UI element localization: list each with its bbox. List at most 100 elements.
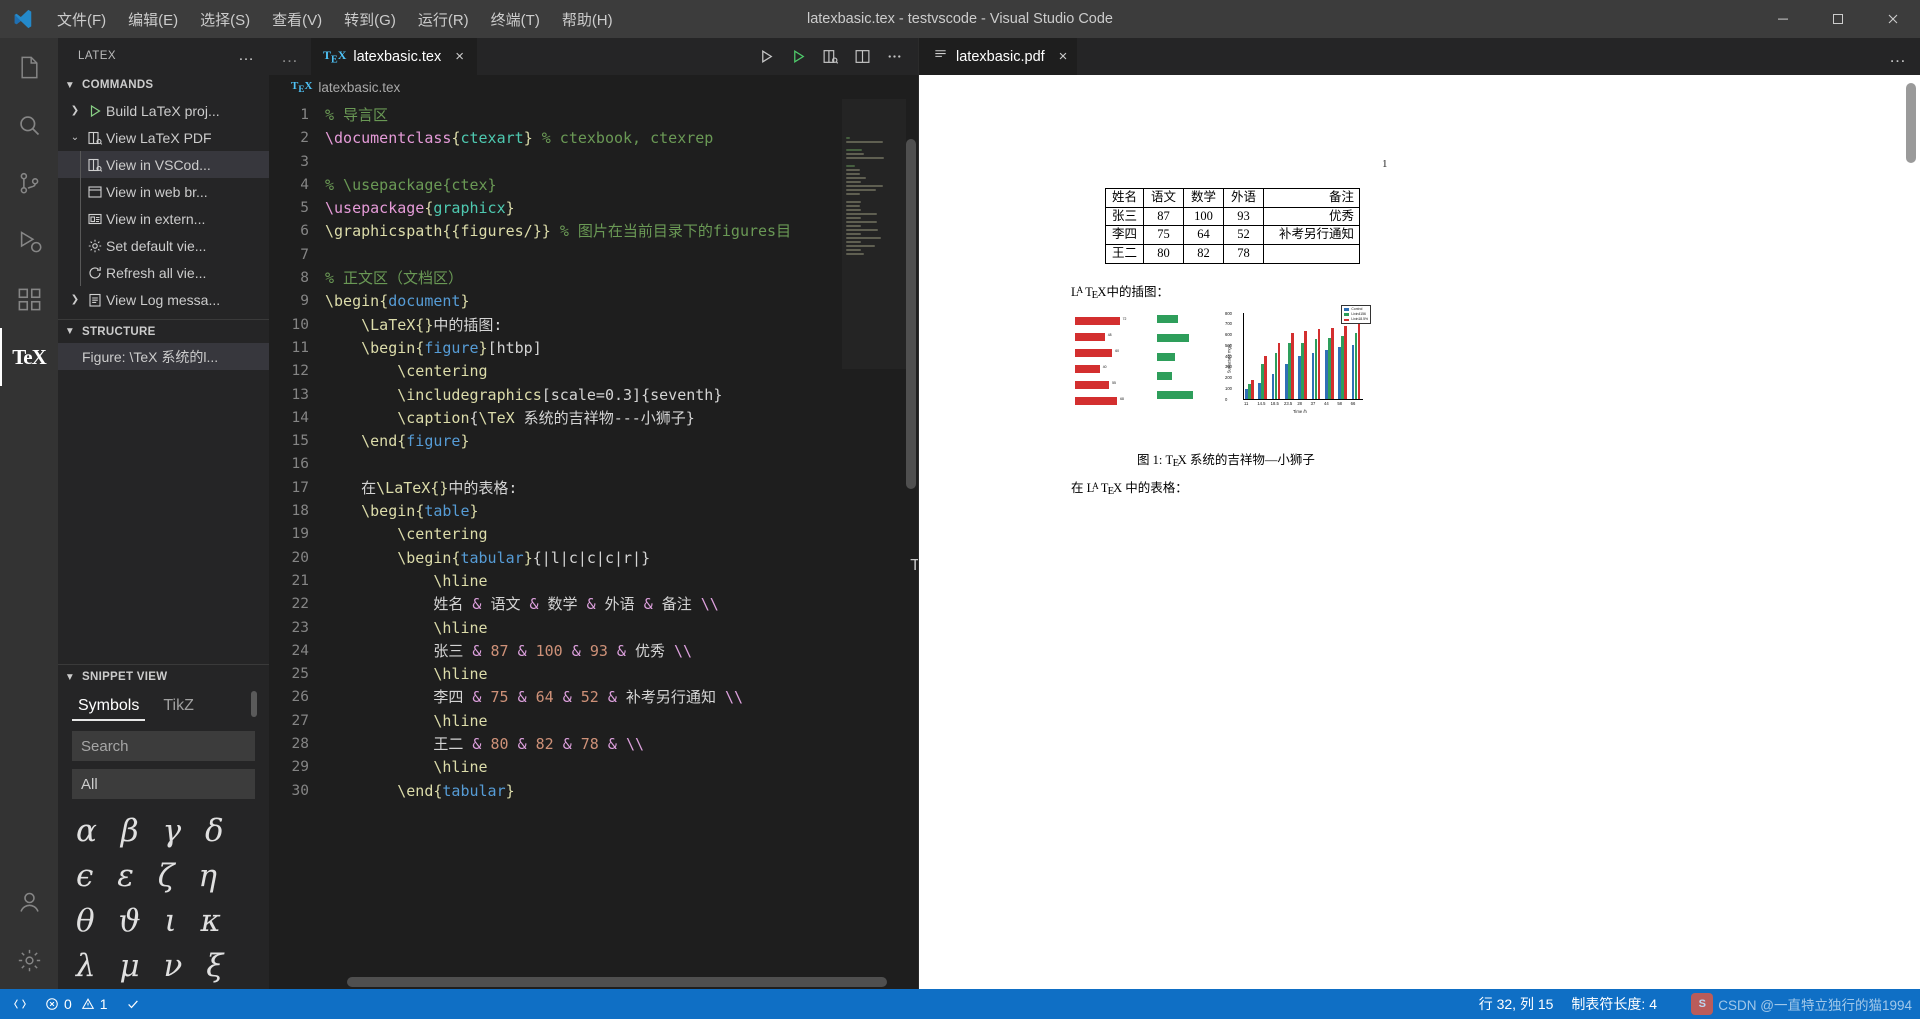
activity-latex[interactable]: TeX [0, 328, 58, 386]
code-line[interactable]: \centering [325, 360, 918, 383]
code-line[interactable]: \hline [325, 663, 918, 686]
code-line[interactable]: \documentclass{ctexart} % ctexbook, ctex… [325, 127, 918, 150]
activity-accounts[interactable] [0, 873, 58, 931]
sidebar-more-icon[interactable]: … [238, 47, 261, 65]
status-latex-check[interactable] [117, 989, 149, 1019]
pdf-viewport[interactable]: 1 姓名 语文 数学 外语 备注 张三 87 100 93 优秀 李四 75 64 52 补考另行通知 王二 8… [919, 75, 1920, 989]
activity-source-control[interactable] [0, 154, 58, 212]
sidebar-item-view-in-web-browser[interactable]: View in web br... [58, 178, 269, 205]
snippet-scrollbar[interactable] [251, 691, 257, 718]
code-line[interactable]: \caption{\TeX 系统的吉祥物---小狮子} [325, 407, 918, 430]
menu-terminal[interactable]: 终端(T) [480, 5, 551, 34]
chevron-down-icon[interactable]: ⌄ [66, 132, 84, 143]
activity-search[interactable] [0, 96, 58, 154]
activity-run-debug[interactable] [0, 212, 58, 270]
code-line[interactable]: \begin{table} [325, 500, 918, 523]
code-line[interactable]: \hline [325, 710, 918, 733]
snippet-filter-select[interactable]: All [72, 769, 255, 800]
code-line[interactable]: \LaTeX{}中的插图: [325, 314, 918, 337]
code-line[interactable]: \centering [325, 523, 918, 546]
split-editor-button[interactable] [848, 43, 876, 71]
tab-overflow-icon[interactable]: … [269, 38, 311, 75]
code-line[interactable] [325, 244, 918, 267]
code-line[interactable]: \end{tabular} [325, 780, 918, 803]
section-structure[interactable]: ▼ STRUCTURE [58, 319, 269, 343]
close-button[interactable] [1865, 0, 1920, 38]
editor-actions[interactable] [752, 38, 918, 75]
code-line[interactable]: 王二 & 80 & 82 & 78 & \\ [325, 733, 918, 756]
run-recipe-button[interactable] [784, 43, 812, 71]
code-line[interactable]: \hline [325, 570, 918, 593]
activity-bar[interactable]: TeX [0, 38, 58, 989]
menu-edit[interactable]: 编辑(E) [117, 5, 189, 34]
symbols-row[interactable]: θ ϑ ι κ λ μ ν ξ [76, 899, 259, 989]
status-cursor-position[interactable]: 行 32, 列 15 [1470, 989, 1563, 1019]
symbols-row[interactable]: α β γ δ ϵ ε ζ η [76, 809, 259, 899]
code-line[interactable]: 姓名 & 语文 & 数学 & 外语 & 备注 \\ [325, 593, 918, 616]
code-line[interactable] [325, 453, 918, 476]
code-line[interactable]: \includegraphics[scale=0.3]{seventh} [325, 384, 918, 407]
sidebar-item-set-default-viewer[interactable]: Set default vie... [58, 232, 269, 259]
chevron-right-icon[interactable]: ❯ [66, 105, 84, 116]
editor-horizontal-scrollbar[interactable] [347, 977, 887, 987]
snippet-view-header[interactable]: ▼ SNIPPET VIEW [58, 665, 269, 690]
symbols-grid[interactable]: α β γ δ ϵ ε ζ η θ ϑ ι κ λ μ ν ξ [58, 799, 269, 989]
editor-tab-latexbasic-tex[interactable]: TEX latexbasic.tex × [311, 38, 478, 75]
more-actions-icon[interactable] [880, 43, 908, 71]
section-commands[interactable]: ▼ COMMANDS [58, 73, 269, 97]
menu-go[interactable]: 转到(G) [333, 5, 407, 34]
close-icon[interactable]: × [452, 47, 467, 66]
activity-explorer[interactable] [0, 38, 58, 96]
code-line[interactable]: \begin{document} [325, 290, 918, 313]
code-line[interactable]: \begin{figure}[htbp] [325, 337, 918, 360]
snippet-search-input[interactable] [72, 731, 255, 762]
menu-view[interactable]: 查看(V) [261, 5, 333, 34]
code-line[interactable]: \graphicspath{{figures/}} % 图片在当前目录下的fig… [325, 220, 918, 243]
minimize-button[interactable] [1755, 0, 1810, 38]
code-line[interactable]: % 正文区（文档区） [325, 267, 918, 290]
maximize-button[interactable] [1810, 0, 1865, 38]
breadcrumb-label[interactable]: latexbasic.tex [318, 80, 400, 95]
code-line[interactable]: \hline [325, 756, 918, 779]
window-controls[interactable] [1755, 0, 1920, 38]
activity-extensions[interactable] [0, 270, 58, 328]
menu-file[interactable]: 文件(F) [46, 5, 117, 34]
activity-settings[interactable] [0, 931, 58, 989]
menu-selection[interactable]: 选择(S) [189, 5, 261, 34]
tab-tikz[interactable]: TikZ [157, 693, 200, 721]
snippet-tabs[interactable]: Symbols TikZ [58, 689, 269, 725]
code-line[interactable]: % \usepackage{ctex} [325, 174, 918, 197]
structure-item-figure[interactable]: Figure: \TeX 系统的l... [58, 343, 269, 370]
status-problems[interactable]: 0 1 [36, 989, 117, 1019]
build-latex-project-button[interactable] [752, 43, 780, 71]
sidebar-item-view-latex-pdf[interactable]: ⌄ View LaTeX PDF [58, 124, 269, 151]
code-line[interactable]: \hline [325, 617, 918, 640]
menu-bar[interactable]: 文件(F) 编辑(E) 选择(S) 查看(V) 转到(G) 运行(R) 终端(T… [46, 5, 624, 34]
status-remote[interactable] [4, 989, 36, 1019]
chevron-right-icon[interactable]: ❯ [66, 294, 84, 305]
sidebar-item-view-in-vscode[interactable]: View in VSCod... [58, 151, 269, 178]
pdf-tab-latexbasic-pdf[interactable]: latexbasic.pdf × [919, 38, 1078, 75]
status-indentation[interactable]: 制表符长度: 4 [1562, 989, 1666, 1019]
close-icon[interactable]: × [1059, 48, 1068, 65]
code-line[interactable]: 李四 & 75 & 64 & 52 & 补考另行通知 \\ [325, 686, 918, 709]
sidebar-item-view-in-external-viewer[interactable]: View in extern... [58, 205, 269, 232]
pdf-vertical-scrollbar[interactable] [1906, 83, 1916, 163]
code-line[interactable]: \end{figure} [325, 430, 918, 453]
editor-vertical-scrollbar[interactable] [906, 139, 916, 489]
code-line[interactable]: \begin{tabular}{|l|c|c|c|r|} [325, 547, 918, 570]
code-editor[interactable]: 1 2 3 4 5 6 7 8 9 10 11 12 13 14 15 16 17 18 19 20 21 22 23 24 2… [269, 99, 918, 989]
sidebar-item-refresh-all-viewers[interactable]: Refresh all vie... [58, 259, 269, 286]
code-line[interactable]: 张三 & 87 & 100 & 93 & 优秀 \\ [325, 640, 918, 663]
pdf-more-actions-icon[interactable]: … [1889, 38, 1920, 75]
code-line[interactable]: 在\LaTeX{}中的表格: [325, 477, 918, 500]
code-content[interactable]: % 导言区 \documentclass{ctexart} % ctexbook,… [325, 99, 918, 989]
tab-symbols[interactable]: Symbols [72, 693, 146, 722]
code-line[interactable]: % 导言区 [325, 104, 918, 127]
sidebar-item-view-log-messages[interactable]: ❯ View Log messa... [58, 286, 269, 313]
breadcrumb[interactable]: TEX latexbasic.tex [269, 75, 918, 99]
code-line[interactable] [325, 151, 918, 174]
menu-help[interactable]: 帮助(H) [551, 5, 624, 34]
view-latex-pdf-button[interactable] [816, 43, 844, 71]
code-line[interactable]: \usepackage{graphicx} [325, 197, 918, 220]
